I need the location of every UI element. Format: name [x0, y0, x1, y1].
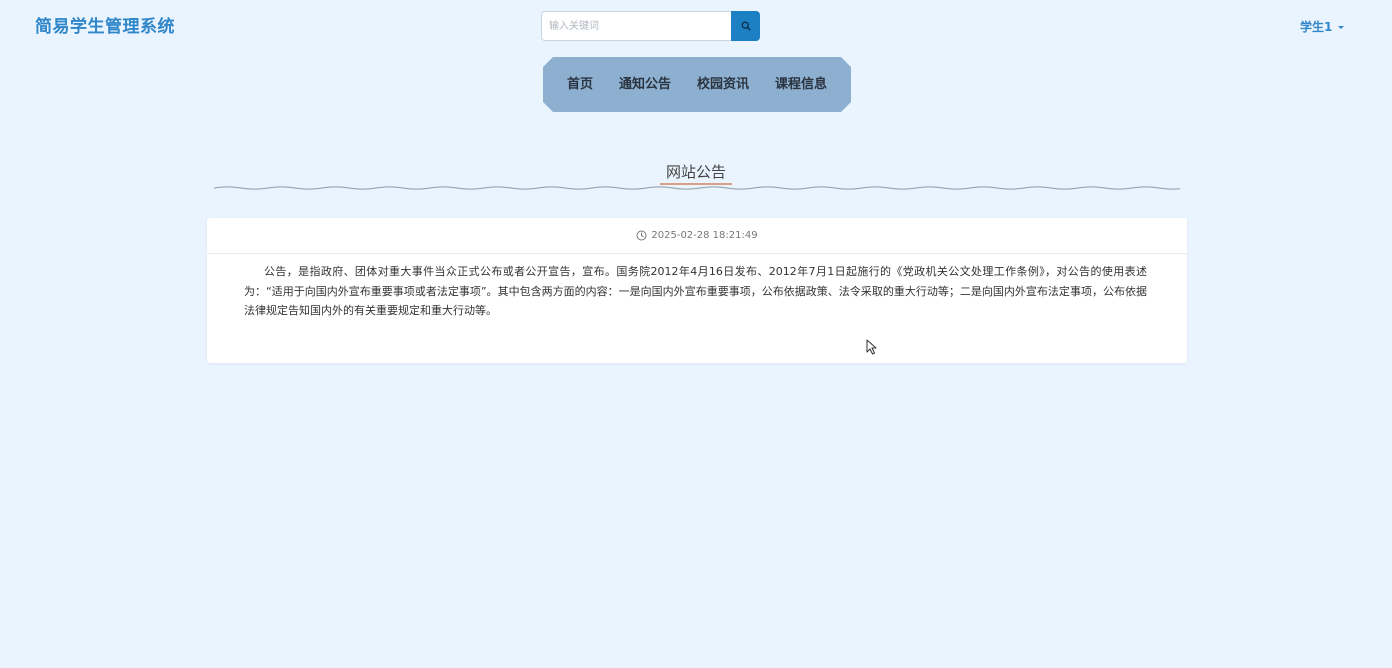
notice-card-header: 2025-02-28 18:21:49 — [207, 218, 1187, 254]
search-input[interactable] — [541, 11, 731, 41]
wave-divider — [214, 186, 1180, 190]
nav-item-home[interactable]: 首页 — [554, 57, 606, 112]
caret-down-icon — [1338, 25, 1345, 29]
clock-icon — [636, 230, 647, 241]
main-nav: 首页 通知公告 校园资讯 课程信息 — [543, 57, 851, 112]
user-menu[interactable]: 学生1 — [1300, 18, 1345, 35]
notice-card: 2025-02-28 18:21:49 公告，是指政府、团体对重大事件当众正式公… — [207, 218, 1187, 363]
notice-time: 2025-02-28 18:21:49 — [651, 230, 758, 241]
nav-item-courses[interactable]: 课程信息 — [762, 57, 840, 112]
header: 简易学生管理系统 学生1 — [0, 0, 1392, 52]
search-button[interactable] — [731, 11, 760, 41]
brand-title[interactable]: 简易学生管理系统 — [35, 16, 175, 38]
notice-content: 公告，是指政府、团体对重大事件当众正式公布或者公开宣告，宣布。国务院2012年4… — [244, 265, 1147, 317]
nav-item-notices[interactable]: 通知公告 — [606, 57, 684, 112]
nav-item-campus-news[interactable]: 校园资讯 — [684, 57, 762, 112]
user-name: 学生1 — [1300, 20, 1333, 34]
search-bar — [541, 11, 760, 41]
search-icon — [741, 21, 751, 31]
mouse-cursor-icon — [866, 339, 877, 355]
